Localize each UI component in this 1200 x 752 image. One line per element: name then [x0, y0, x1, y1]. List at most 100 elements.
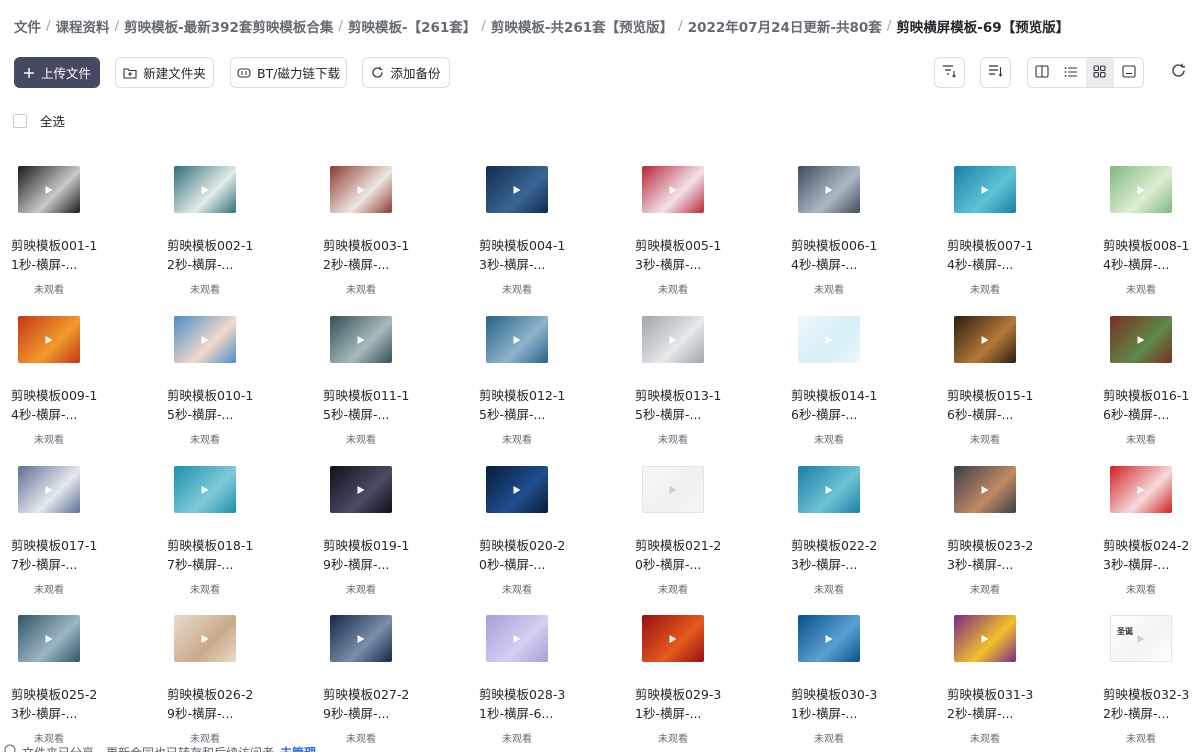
- file-name[interactable]: 剪映模板023-23秒-横屏-...: [947, 536, 1039, 574]
- file-item[interactable]: 剪映模板030-31秒-横屏-... 未观看: [780, 599, 900, 749]
- video-thumbnail[interactable]: [954, 466, 1016, 513]
- file-item[interactable]: 剪映模板009-14秒-横屏-... 未观看: [0, 300, 120, 450]
- file-name[interactable]: 剪映模板002-12秒-横屏-...: [167, 236, 259, 274]
- video-thumbnail[interactable]: [798, 466, 860, 513]
- file-item[interactable]: 剪映模板008-14秒-横屏-... 未观看: [1092, 150, 1200, 300]
- file-item[interactable]: 圣诞 剪映模板032-32秒-横屏-... 未观看: [1092, 599, 1200, 749]
- video-thumbnail[interactable]: [330, 466, 392, 513]
- new-folder-button[interactable]: 新建文件夹: [115, 57, 214, 88]
- file-name[interactable]: 剪映模板001-11秒-横屏-...: [11, 236, 103, 274]
- video-thumbnail[interactable]: [174, 615, 236, 662]
- add-backup-button[interactable]: 添加备份: [362, 57, 450, 88]
- file-name[interactable]: 剪映模板015-16秒-横屏-...: [947, 386, 1039, 424]
- bt-download-button[interactable]: BT/磁力链下载: [230, 57, 347, 88]
- breadcrumb-item[interactable]: 剪映模板-【261套】: [348, 16, 476, 36]
- file-item[interactable]: 剪映模板002-12秒-横屏-... 未观看: [156, 150, 276, 300]
- file-item[interactable]: 剪映模板023-23秒-横屏-... 未观看: [936, 450, 1056, 600]
- video-thumbnail[interactable]: [174, 466, 236, 513]
- file-item[interactable]: 剪映模板005-13秒-横屏-... 未观看: [624, 150, 744, 300]
- file-name[interactable]: 剪映模板020-20秒-横屏-...: [479, 536, 571, 574]
- file-name[interactable]: 剪映模板025-23秒-横屏-...: [11, 685, 103, 723]
- sort-button[interactable]: [980, 57, 1011, 88]
- file-item[interactable]: 剪映模板003-12秒-横屏-... 未观看: [312, 150, 432, 300]
- file-item[interactable]: 剪映模板019-19秒-横屏-... 未观看: [312, 450, 432, 600]
- file-name[interactable]: 剪映模板027-29秒-横屏-...: [323, 685, 415, 723]
- file-name[interactable]: 剪映模板016-16秒-横屏-...: [1103, 386, 1195, 424]
- file-name[interactable]: 剪映模板009-14秒-横屏-...: [11, 386, 103, 424]
- file-name[interactable]: 剪映模板011-15秒-横屏-...: [323, 386, 415, 424]
- breadcrumb-item[interactable]: 剪映模板-共261套【预览版】: [491, 16, 673, 36]
- file-item[interactable]: 剪映模板018-17秒-横屏-... 未观看: [156, 450, 276, 600]
- breadcrumb-item[interactable]: 剪映模板-最新392套剪映模板合集: [124, 16, 333, 36]
- file-name[interactable]: 剪映模板003-12秒-横屏-...: [323, 236, 415, 274]
- file-item[interactable]: 剪映模板010-15秒-横屏-... 未观看: [156, 300, 276, 450]
- view-list-button[interactable]: [1057, 58, 1086, 87]
- file-item[interactable]: 剪映模板028-31秒-横屏-6... 未观看: [468, 599, 588, 749]
- video-thumbnail[interactable]: 圣诞: [1110, 615, 1172, 662]
- file-item[interactable]: 剪映模板026-29秒-横屏-... 未观看: [156, 599, 276, 749]
- file-name[interactable]: 剪映模板012-15秒-横屏-...: [479, 386, 571, 424]
- file-name[interactable]: 剪映模板031-32秒-横屏-...: [947, 685, 1039, 723]
- view-grid-button[interactable]: [1085, 58, 1115, 87]
- video-thumbnail[interactable]: [18, 316, 80, 363]
- file-name[interactable]: 剪映模板014-16秒-横屏-...: [791, 386, 883, 424]
- breadcrumb-item[interactable]: 文件: [14, 16, 41, 36]
- file-item[interactable]: 剪映模板015-16秒-横屏-... 未观看: [936, 300, 1056, 450]
- file-item[interactable]: 剪映模板001-11秒-横屏-... 未观看: [0, 150, 120, 300]
- file-item[interactable]: 剪映模板017-17秒-横屏-... 未观看: [0, 450, 120, 600]
- breadcrumb-item[interactable]: 课程资料: [56, 16, 110, 36]
- file-name[interactable]: 剪映模板029-31秒-横屏-...: [635, 685, 727, 723]
- file-name[interactable]: 剪映模板028-31秒-横屏-6...: [479, 685, 571, 723]
- file-item[interactable]: 剪映模板031-32秒-横屏-... 未观看: [936, 599, 1056, 749]
- video-thumbnail[interactable]: [642, 615, 704, 662]
- file-name[interactable]: 剪映模板010-15秒-横屏-...: [167, 386, 259, 424]
- video-thumbnail[interactable]: [486, 466, 548, 513]
- select-all-checkbox[interactable]: [13, 113, 27, 128]
- file-name[interactable]: 剪映模板007-14秒-横屏-...: [947, 236, 1039, 274]
- video-thumbnail[interactable]: [1110, 466, 1172, 513]
- file-name[interactable]: 剪映模板024-23秒-横屏-...: [1103, 536, 1195, 574]
- file-name[interactable]: 剪映模板013-15秒-横屏-...: [635, 386, 727, 424]
- file-name[interactable]: 剪映模板017-17秒-横屏-...: [11, 536, 103, 574]
- video-thumbnail[interactable]: [954, 316, 1016, 363]
- footer-manage-link[interactable]: 去管理: [280, 744, 316, 752]
- video-thumbnail[interactable]: [18, 466, 80, 513]
- file-item[interactable]: 剪映模板022-23秒-横屏-... 未观看: [780, 450, 900, 600]
- file-name[interactable]: 剪映模板032-32秒-横屏-...: [1103, 685, 1195, 723]
- video-thumbnail[interactable]: [642, 166, 704, 213]
- file-item[interactable]: 剪映模板016-16秒-横屏-... 未观看: [1092, 300, 1200, 450]
- file-item[interactable]: 剪映模板027-29秒-横屏-... 未观看: [312, 599, 432, 749]
- video-thumbnail[interactable]: [798, 615, 860, 662]
- file-name[interactable]: 剪映模板019-19秒-横屏-...: [323, 536, 415, 574]
- video-thumbnail[interactable]: [642, 316, 704, 363]
- file-item[interactable]: 剪映模板029-31秒-横屏-... 未观看: [624, 599, 744, 749]
- breadcrumb-item[interactable]: 2022年07月24日更新-共80套: [688, 16, 882, 36]
- video-thumbnail[interactable]: [642, 466, 704, 513]
- file-item[interactable]: 剪映模板014-16秒-横屏-... 未观看: [780, 300, 900, 450]
- video-thumbnail[interactable]: [1110, 316, 1172, 363]
- video-thumbnail[interactable]: [486, 615, 548, 662]
- video-thumbnail[interactable]: [330, 316, 392, 363]
- view-preview-button[interactable]: [1114, 58, 1143, 87]
- video-thumbnail[interactable]: [954, 166, 1016, 213]
- view-columns-button[interactable]: [1028, 58, 1057, 87]
- file-item[interactable]: 剪映模板011-15秒-横屏-... 未观看: [312, 300, 432, 450]
- file-name[interactable]: 剪映模板022-23秒-横屏-...: [791, 536, 883, 574]
- video-thumbnail[interactable]: [486, 166, 548, 213]
- filter-button[interactable]: [934, 57, 965, 88]
- file-item[interactable]: 剪映模板006-14秒-横屏-... 未观看: [780, 150, 900, 300]
- video-thumbnail[interactable]: [798, 166, 860, 213]
- file-item[interactable]: 剪映模板024-23秒-横屏-... 未观看: [1092, 450, 1200, 600]
- refresh-button[interactable]: [1166, 57, 1190, 88]
- video-thumbnail[interactable]: [174, 166, 236, 213]
- file-name[interactable]: 剪映模板006-14秒-横屏-...: [791, 236, 883, 274]
- video-thumbnail[interactable]: [174, 316, 236, 363]
- file-name[interactable]: 剪映模板005-13秒-横屏-...: [635, 236, 727, 274]
- file-name[interactable]: 剪映模板026-29秒-横屏-...: [167, 685, 259, 723]
- video-thumbnail[interactable]: [954, 615, 1016, 662]
- file-item[interactable]: 剪映模板025-23秒-横屏-... 未观看: [0, 599, 120, 749]
- file-name[interactable]: 剪映模板021-20秒-横屏-...: [635, 536, 727, 574]
- file-item[interactable]: 剪映模板004-13秒-横屏-... 未观看: [468, 150, 588, 300]
- video-thumbnail[interactable]: [1110, 166, 1172, 213]
- upload-file-button[interactable]: 上传文件: [14, 57, 100, 88]
